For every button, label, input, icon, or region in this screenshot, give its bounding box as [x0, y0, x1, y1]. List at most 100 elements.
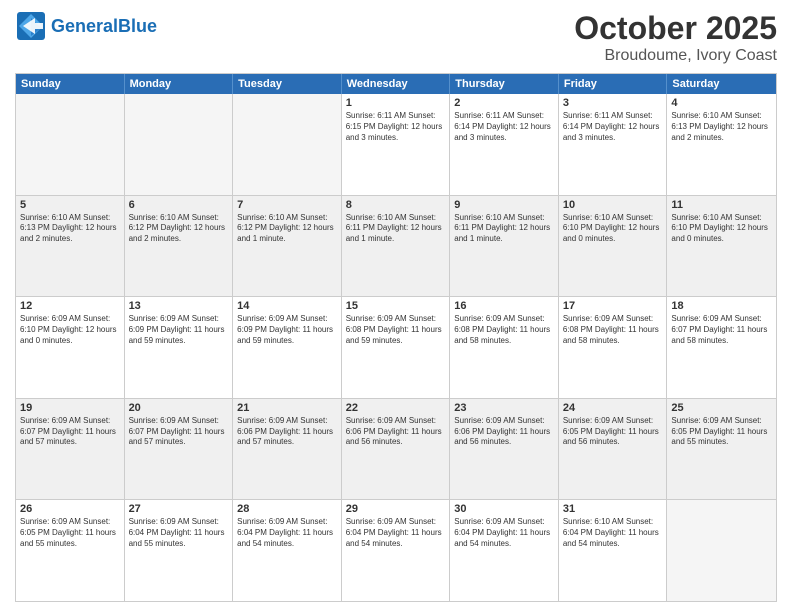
logo-name: GeneralBlue — [51, 16, 157, 37]
day-info: Sunrise: 6:11 AM Sunset: 6:14 PM Dayligh… — [563, 111, 663, 143]
logo-general: General — [51, 16, 118, 36]
logo-blue: Blue — [118, 16, 157, 36]
day-info: Sunrise: 6:10 AM Sunset: 6:12 PM Dayligh… — [129, 213, 229, 245]
calendar-cell: 14 Sunrise: 6:09 AM Sunset: 6:09 PM Dayli… — [233, 297, 342, 398]
calendar-cell — [233, 94, 342, 195]
calendar-cell: 7Sunrise: 6:10 AM Sunset: 6:12 PM Daylig… — [233, 196, 342, 297]
day-number: 26 — [20, 503, 120, 515]
calendar-cell: 15 Sunrise: 6:09 AM Sunset: 6:08 PM Dayli… — [342, 297, 451, 398]
calendar-cell: 19Sunrise: 6:09 AM Sunset: 6:07 PM Dayli… — [16, 399, 125, 500]
header: GeneralBlue October 2025 Broudoume, Ivor… — [15, 10, 777, 65]
day-number: 4 — [671, 97, 772, 109]
day-info: Sunrise: 6:10 AM Sunset: 6:04 PM Dayligh… — [563, 517, 663, 549]
calendar-cell: 27 Sunrise: 6:09 AM Sunset: 6:04 PM Dayli… — [125, 500, 234, 601]
calendar: Sunday Monday Tuesday Wednesday Thursday… — [15, 73, 777, 602]
header-friday: Friday — [559, 74, 668, 94]
day-number: 27 — [129, 503, 229, 515]
day-number: 21 — [237, 402, 337, 414]
day-number: 18 — [671, 300, 772, 312]
header-sunday: Sunday — [16, 74, 125, 94]
day-info: Sunrise: 6:09 AM Sunset: 6:08 PM Dayligh… — [563, 314, 663, 346]
day-info: Sunrise: 6:09 AM Sunset: 6:04 PM Dayligh… — [129, 517, 229, 549]
header-saturday: Saturday — [667, 74, 776, 94]
location: Broudoume, Ivory Coast — [574, 47, 777, 65]
day-number: 8 — [346, 199, 446, 211]
week-row-3: 12Sunrise: 6:09 AM Sunset: 6:10 PM Dayli… — [16, 296, 776, 398]
page: GeneralBlue October 2025 Broudoume, Ivor… — [0, 0, 792, 612]
calendar-cell: 16 Sunrise: 6:09 AM Sunset: 6:08 PM Dayli… — [450, 297, 559, 398]
logo-icon — [15, 10, 47, 42]
day-info: Sunrise: 6:09 AM Sunset: 6:07 PM Dayligh… — [671, 314, 772, 346]
header-thursday: Thursday — [450, 74, 559, 94]
day-info: Sunrise: 6:09 AM Sunset: 6:06 PM Dayligh… — [237, 416, 337, 448]
day-info: Sunrise: 6:09 AM Sunset: 6:09 PM Dayligh… — [129, 314, 229, 346]
day-number: 7 — [237, 199, 337, 211]
calendar-cell: 23 Sunrise: 6:09 AM Sunset: 6:06 PM Dayli… — [450, 399, 559, 500]
calendar-cell: 13Sunrise: 6:09 AM Sunset: 6:09 PM Dayli… — [125, 297, 234, 398]
day-info: Sunrise: 6:09 AM Sunset: 6:09 PM Dayligh… — [237, 314, 337, 346]
day-info: Sunrise: 6:10 AM Sunset: 6:10 PM Dayligh… — [671, 213, 772, 245]
week-row-1: 1 Sunrise: 6:11 AM Sunset: 6:15 PM Daylig… — [16, 94, 776, 195]
calendar-cell: 25Sunrise: 6:09 AM Sunset: 6:05 PM Dayli… — [667, 399, 776, 500]
day-number: 6 — [129, 199, 229, 211]
day-info: Sunrise: 6:09 AM Sunset: 6:08 PM Dayligh… — [454, 314, 554, 346]
day-info: Sunrise: 6:09 AM Sunset: 6:07 PM Dayligh… — [129, 416, 229, 448]
calendar-cell: 12Sunrise: 6:09 AM Sunset: 6:10 PM Dayli… — [16, 297, 125, 398]
day-number: 23 — [454, 402, 554, 414]
day-number: 14 — [237, 300, 337, 312]
day-number: 30 — [454, 503, 554, 515]
calendar-cell: 1 Sunrise: 6:11 AM Sunset: 6:15 PM Daylig… — [342, 94, 451, 195]
day-info: Sunrise: 6:09 AM Sunset: 6:05 PM Dayligh… — [563, 416, 663, 448]
day-info: Sunrise: 6:09 AM Sunset: 6:06 PM Dayligh… — [454, 416, 554, 448]
calendar-cell: 2Sunrise: 6:11 AM Sunset: 6:14 PM Daylig… — [450, 94, 559, 195]
calendar-cell: 10 Sunrise: 6:10 AM Sunset: 6:10 PM Dayli… — [559, 196, 668, 297]
day-number: 5 — [20, 199, 120, 211]
day-info: Sunrise: 6:09 AM Sunset: 6:04 PM Dayligh… — [346, 517, 446, 549]
day-number: 20 — [129, 402, 229, 414]
calendar-cell — [667, 500, 776, 601]
calendar-cell — [125, 94, 234, 195]
calendar-body: 1 Sunrise: 6:11 AM Sunset: 6:15 PM Daylig… — [16, 94, 776, 601]
calendar-cell: 18 Sunrise: 6:09 AM Sunset: 6:07 PM Dayli… — [667, 297, 776, 398]
day-number: 10 — [563, 199, 663, 211]
day-info: Sunrise: 6:09 AM Sunset: 6:05 PM Dayligh… — [671, 416, 772, 448]
day-info: Sunrise: 6:11 AM Sunset: 6:15 PM Dayligh… — [346, 111, 446, 143]
day-info: Sunrise: 6:09 AM Sunset: 6:08 PM Dayligh… — [346, 314, 446, 346]
day-number: 11 — [671, 199, 772, 211]
day-info: Sunrise: 6:10 AM Sunset: 6:11 PM Dayligh… — [346, 213, 446, 245]
day-info: Sunrise: 6:09 AM Sunset: 6:10 PM Dayligh… — [20, 314, 120, 346]
calendar-cell: 5Sunrise: 6:10 AM Sunset: 6:13 PM Daylig… — [16, 196, 125, 297]
calendar-cell — [16, 94, 125, 195]
header-tuesday: Tuesday — [233, 74, 342, 94]
day-info: Sunrise: 6:09 AM Sunset: 6:04 PM Dayligh… — [454, 517, 554, 549]
day-number: 17 — [563, 300, 663, 312]
calendar-cell: 9 Sunrise: 6:10 AM Sunset: 6:11 PM Daylig… — [450, 196, 559, 297]
calendar-cell: 21 Sunrise: 6:09 AM Sunset: 6:06 PM Dayli… — [233, 399, 342, 500]
week-row-5: 26Sunrise: 6:09 AM Sunset: 6:05 PM Dayli… — [16, 499, 776, 601]
calendar-cell: 17 Sunrise: 6:09 AM Sunset: 6:08 PM Dayli… — [559, 297, 668, 398]
month-title: October 2025 — [574, 10, 777, 47]
day-number: 16 — [454, 300, 554, 312]
calendar-header: Sunday Monday Tuesday Wednesday Thursday… — [16, 74, 776, 94]
calendar-cell: 31 Sunrise: 6:10 AM Sunset: 6:04 PM Dayli… — [559, 500, 668, 601]
calendar-cell: 8 Sunrise: 6:10 AM Sunset: 6:11 PM Daylig… — [342, 196, 451, 297]
day-info: Sunrise: 6:09 AM Sunset: 6:06 PM Dayligh… — [346, 416, 446, 448]
logo: GeneralBlue — [15, 10, 157, 42]
day-info: Sunrise: 6:10 AM Sunset: 6:11 PM Dayligh… — [454, 213, 554, 245]
calendar-cell: 30 Sunrise: 6:09 AM Sunset: 6:04 PM Dayli… — [450, 500, 559, 601]
calendar-cell: 29Sunrise: 6:09 AM Sunset: 6:04 PM Dayli… — [342, 500, 451, 601]
calendar-cell: 3Sunrise: 6:11 AM Sunset: 6:14 PM Daylig… — [559, 94, 668, 195]
logo-text-block: GeneralBlue — [51, 16, 157, 37]
day-info: Sunrise: 6:09 AM Sunset: 6:07 PM Dayligh… — [20, 416, 120, 448]
day-number: 9 — [454, 199, 554, 211]
day-number: 15 — [346, 300, 446, 312]
week-row-2: 5Sunrise: 6:10 AM Sunset: 6:13 PM Daylig… — [16, 195, 776, 297]
day-number: 1 — [346, 97, 446, 109]
calendar-cell: 26Sunrise: 6:09 AM Sunset: 6:05 PM Dayli… — [16, 500, 125, 601]
day-info: Sunrise: 6:10 AM Sunset: 6:10 PM Dayligh… — [563, 213, 663, 245]
day-number: 31 — [563, 503, 663, 515]
day-info: Sunrise: 6:11 AM Sunset: 6:14 PM Dayligh… — [454, 111, 554, 143]
calendar-cell: 6 Sunrise: 6:10 AM Sunset: 6:12 PM Daylig… — [125, 196, 234, 297]
day-info: Sunrise: 6:10 AM Sunset: 6:13 PM Dayligh… — [671, 111, 772, 143]
calendar-cell: 28Sunrise: 6:09 AM Sunset: 6:04 PM Dayli… — [233, 500, 342, 601]
